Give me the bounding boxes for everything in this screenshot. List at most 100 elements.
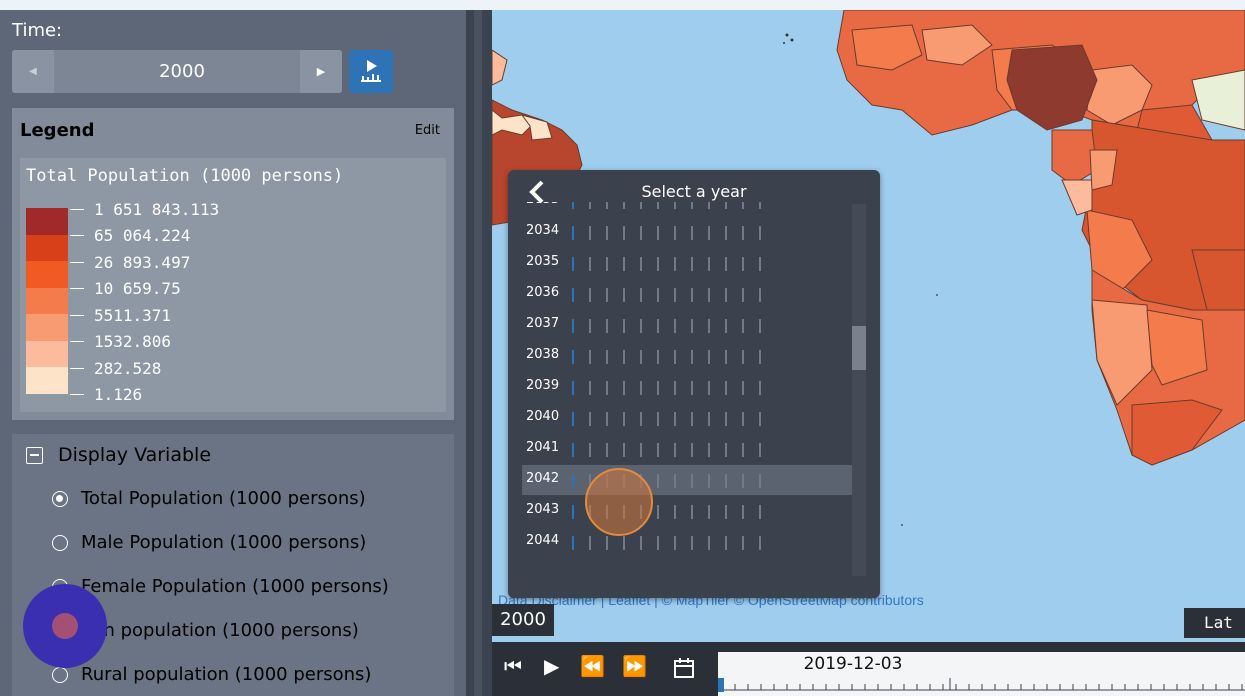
month-tick[interactable] xyxy=(725,505,727,519)
month-tick[interactable] xyxy=(572,443,574,457)
variable-option-male[interactable]: Male Population (1000 persons) xyxy=(52,532,366,553)
month-tick[interactable] xyxy=(640,536,642,550)
month-tick[interactable] xyxy=(572,536,574,550)
month-tick[interactable] xyxy=(708,202,710,209)
month-tick[interactable] xyxy=(708,226,710,240)
month-tick[interactable] xyxy=(708,350,710,364)
scrollbar-thumb[interactable] xyxy=(852,326,866,370)
year-row[interactable]: 2036 xyxy=(522,279,852,309)
month-tick[interactable] xyxy=(657,474,659,488)
month-tick[interactable] xyxy=(759,443,761,457)
month-tick[interactable] xyxy=(708,381,710,395)
month-tick[interactable] xyxy=(674,474,676,488)
month-tick[interactable] xyxy=(640,443,642,457)
month-tick[interactable] xyxy=(691,474,693,488)
month-tick[interactable] xyxy=(572,202,574,209)
radio-icon[interactable] xyxy=(52,534,68,551)
month-tick[interactable] xyxy=(623,257,625,271)
year-row[interactable]: 2041 xyxy=(522,434,852,464)
month-tick[interactable] xyxy=(640,412,642,426)
month-tick[interactable] xyxy=(742,412,744,426)
month-tick[interactable] xyxy=(589,288,591,302)
month-tick[interactable] xyxy=(674,288,676,302)
next-time-button[interactable]: ▶ xyxy=(300,50,342,93)
month-tick[interactable] xyxy=(623,226,625,240)
month-tick[interactable] xyxy=(589,319,591,333)
month-tick[interactable] xyxy=(759,226,761,240)
month-tick[interactable] xyxy=(657,381,659,395)
month-tick[interactable] xyxy=(674,505,676,519)
month-tick[interactable] xyxy=(725,474,727,488)
month-tick[interactable] xyxy=(589,350,591,364)
year-row[interactable]: 2043 xyxy=(522,496,852,526)
month-tick[interactable] xyxy=(640,288,642,302)
month-tick[interactable] xyxy=(742,202,744,209)
month-tick[interactable] xyxy=(606,288,608,302)
month-tick[interactable] xyxy=(589,536,591,550)
timeline-slider[interactable]: 2019-12-03 xyxy=(718,652,1245,696)
month-tick[interactable] xyxy=(674,381,676,395)
month-tick[interactable] xyxy=(742,381,744,395)
month-tick[interactable] xyxy=(674,350,676,364)
month-tick[interactable] xyxy=(606,536,608,550)
month-tick[interactable] xyxy=(759,202,761,209)
month-tick[interactable] xyxy=(572,257,574,271)
month-tick[interactable] xyxy=(572,505,574,519)
month-tick[interactable] xyxy=(708,443,710,457)
month-tick[interactable] xyxy=(725,319,727,333)
month-tick[interactable] xyxy=(691,381,693,395)
animate-timeseries-button[interactable] xyxy=(349,50,393,93)
month-tick[interactable] xyxy=(657,288,659,302)
month-tick[interactable] xyxy=(691,288,693,302)
month-tick[interactable] xyxy=(759,319,761,333)
month-tick[interactable] xyxy=(606,412,608,426)
month-tick[interactable] xyxy=(759,381,761,395)
month-tick[interactable] xyxy=(657,505,659,519)
year-row[interactable]: 2033 xyxy=(522,202,852,216)
previous-time-button[interactable]: ◀ xyxy=(12,50,54,93)
month-tick[interactable] xyxy=(623,412,625,426)
month-tick[interactable] xyxy=(691,536,693,550)
month-tick[interactable] xyxy=(674,319,676,333)
month-tick[interactable] xyxy=(572,474,574,488)
month-tick[interactable] xyxy=(759,536,761,550)
month-tick[interactable] xyxy=(640,226,642,240)
month-tick[interactable] xyxy=(657,319,659,333)
month-tick[interactable] xyxy=(623,443,625,457)
month-tick[interactable] xyxy=(623,381,625,395)
month-tick[interactable] xyxy=(657,412,659,426)
month-tick[interactable] xyxy=(725,257,727,271)
month-tick[interactable] xyxy=(759,288,761,302)
month-tick[interactable] xyxy=(572,381,574,395)
month-tick[interactable] xyxy=(589,381,591,395)
month-tick[interactable] xyxy=(691,350,693,364)
month-tick[interactable] xyxy=(572,319,574,333)
month-tick[interactable] xyxy=(691,202,693,209)
month-tick[interactable] xyxy=(725,536,727,550)
month-tick[interactable] xyxy=(606,350,608,364)
month-tick[interactable] xyxy=(674,226,676,240)
month-tick[interactable] xyxy=(742,536,744,550)
month-tick[interactable] xyxy=(674,202,676,209)
month-tick[interactable] xyxy=(742,350,744,364)
month-tick[interactable] xyxy=(657,536,659,550)
month-tick[interactable] xyxy=(657,226,659,240)
month-tick[interactable] xyxy=(725,226,727,240)
calendar-icon[interactable] xyxy=(672,656,696,680)
month-tick[interactable] xyxy=(606,257,608,271)
month-tick[interactable] xyxy=(606,202,608,209)
month-tick[interactable] xyxy=(589,202,591,209)
month-tick[interactable] xyxy=(725,288,727,302)
month-tick[interactable] xyxy=(674,257,676,271)
month-tick[interactable] xyxy=(606,226,608,240)
month-tick[interactable] xyxy=(657,202,659,209)
radio-selected-icon[interactable] xyxy=(52,490,68,507)
panel-splitter[interactable] xyxy=(466,10,492,696)
display-variable-toggle[interactable]: Display Variable xyxy=(26,444,211,466)
month-tick[interactable] xyxy=(674,412,676,426)
month-tick[interactable] xyxy=(725,202,727,209)
month-tick[interactable] xyxy=(742,505,744,519)
year-row[interactable]: 2039 xyxy=(522,372,852,402)
year-row[interactable]: 2044 xyxy=(522,527,852,557)
time-value[interactable]: 2000 xyxy=(54,50,310,93)
